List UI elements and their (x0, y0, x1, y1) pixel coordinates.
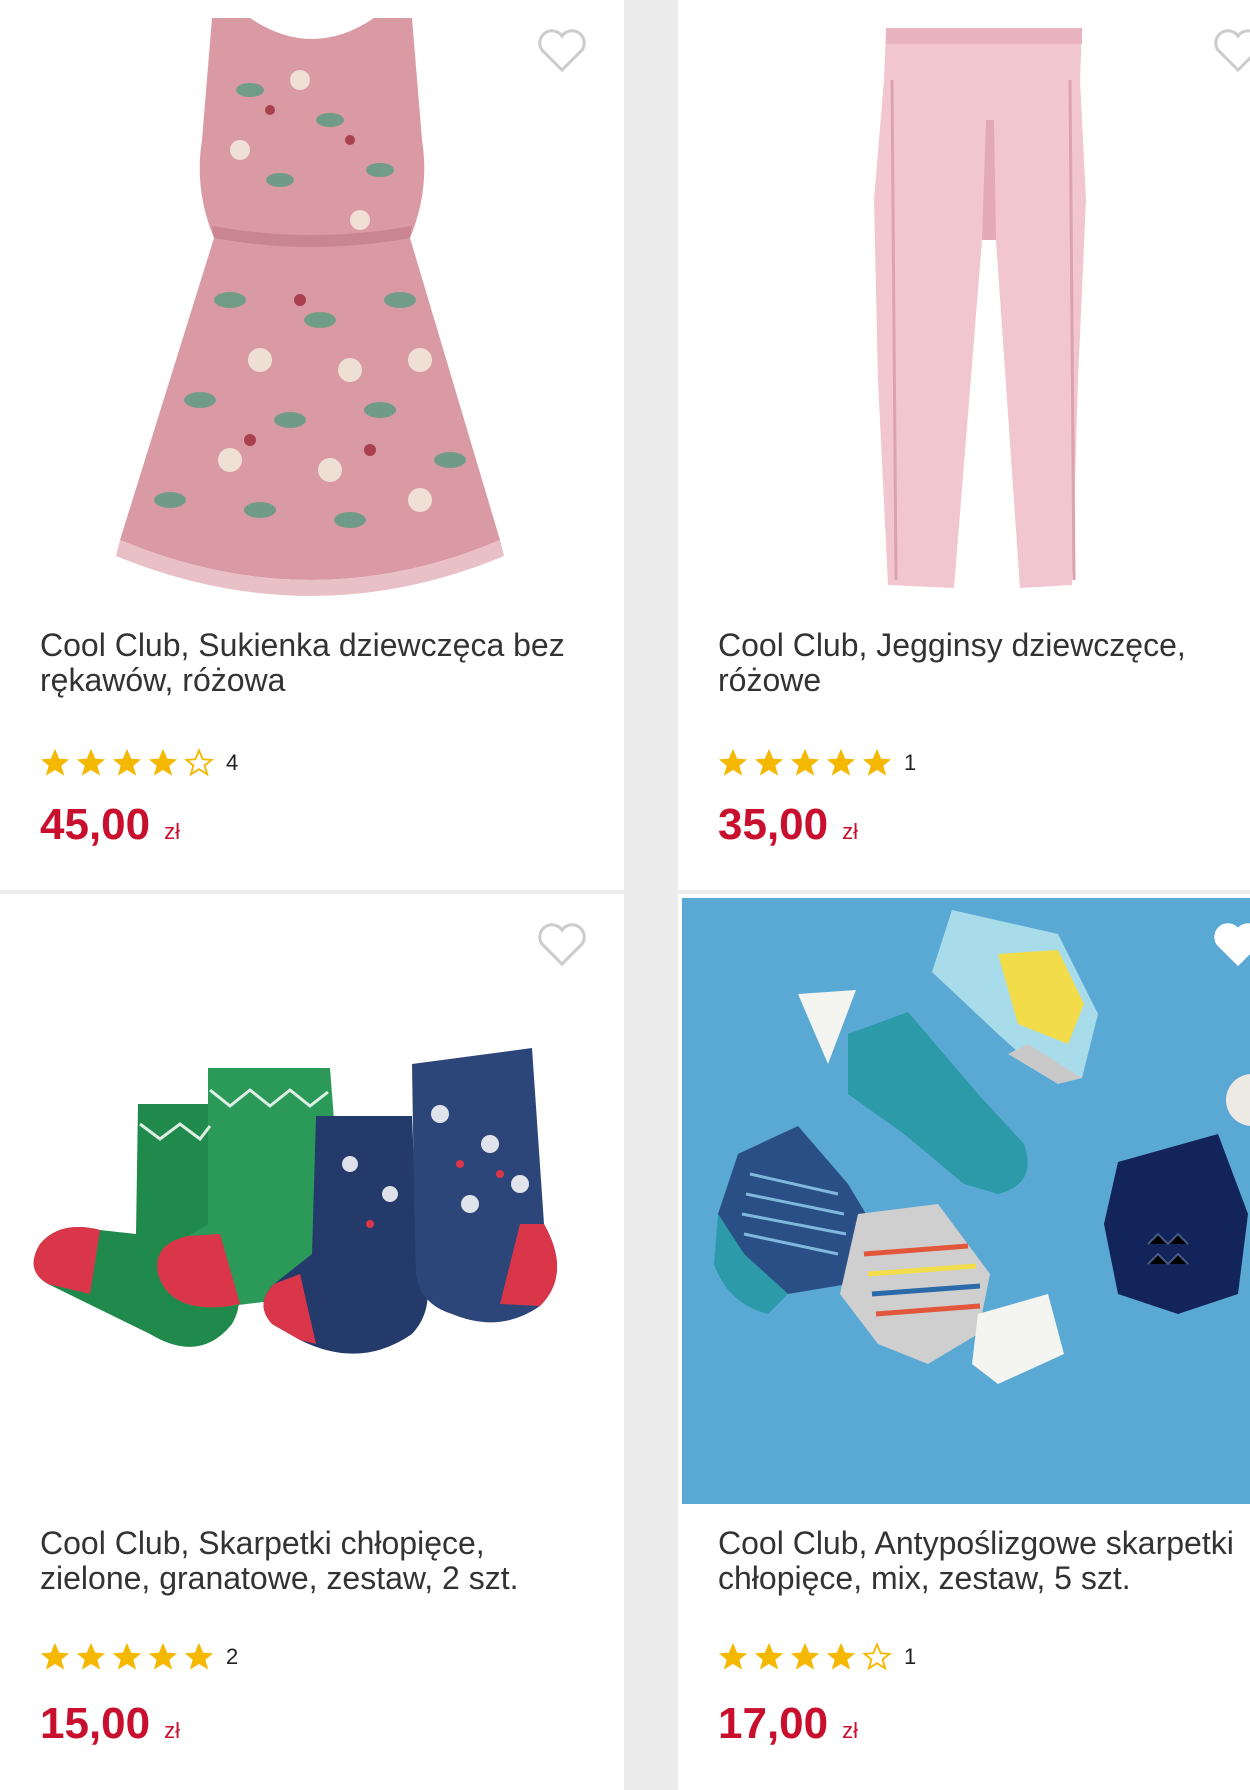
star-icon (184, 748, 214, 777)
star-icon (112, 1642, 142, 1670)
star-icon (184, 1642, 214, 1670)
favorite-heart-icon[interactable] (1212, 28, 1250, 74)
star-icon (754, 1642, 784, 1670)
product-title[interactable]: Cool Club, Jegginsy dziewczęce, różowe (718, 628, 1250, 698)
star-icon (40, 1642, 70, 1670)
star-icon (862, 748, 892, 776)
product-card[interactable]: Cool Club, Antypoślizgowe skarpetki chło… (678, 894, 1250, 1790)
product-title[interactable]: Cool Club, Antypoślizgowe skarpetki chło… (718, 1526, 1250, 1596)
price-currency: zł (842, 819, 858, 844)
product-card[interactable]: Cool Club, Sukienka dziewczęca bez rękaw… (0, 0, 624, 890)
star-icon (76, 1642, 106, 1670)
star-icon (862, 1642, 892, 1671)
product-price: 45,00 zł (40, 800, 180, 850)
product-card[interactable]: Cool Club, Jegginsy dziewczęce, różowe 1… (678, 0, 1250, 890)
price-currency: zł (164, 819, 180, 844)
star-icon (718, 748, 748, 776)
star-icon (754, 748, 784, 776)
product-title[interactable]: Cool Club, Skarpetki chłopięce, zielone,… (40, 1526, 570, 1596)
star-icon (148, 748, 178, 776)
star-icon (112, 748, 142, 776)
price-value: 45,00 (40, 800, 151, 849)
rating-count: 4 (226, 750, 239, 775)
star-icon (76, 748, 106, 776)
rating-count: 1 (904, 750, 917, 775)
product-price: 15,00 zł (40, 1699, 180, 1749)
product-rating: 2 (40, 1640, 238, 1674)
star-icon (790, 748, 820, 776)
star-icon (826, 748, 856, 776)
product-rating: 4 (40, 746, 238, 780)
favorite-heart-icon[interactable] (1212, 922, 1250, 968)
price-value: 15,00 (40, 1699, 151, 1748)
price-value: 17,00 (718, 1699, 829, 1748)
product-image[interactable] (0, 894, 624, 1504)
product-image[interactable] (678, 894, 1250, 1504)
product-image[interactable] (678, 0, 1250, 610)
product-price: 17,00 zł (718, 1699, 858, 1749)
star-icon (148, 1642, 178, 1670)
favorite-heart-icon[interactable] (536, 922, 588, 968)
rating-count: 1 (904, 1644, 917, 1669)
favorite-heart-icon[interactable] (536, 28, 588, 74)
product-rating: 1 (718, 1640, 916, 1674)
price-value: 35,00 (718, 800, 829, 849)
star-icon (718, 1642, 748, 1670)
star-icon (790, 1642, 820, 1670)
rating-count: 2 (226, 1644, 239, 1669)
product-card[interactable]: Cool Club, Skarpetki chłopięce, zielone,… (0, 894, 624, 1790)
star-icon (826, 1642, 856, 1670)
product-rating: 1 (718, 746, 916, 780)
product-image[interactable] (0, 0, 624, 610)
product-price: 35,00 zł (718, 800, 858, 850)
star-icon (40, 748, 70, 776)
price-currency: zł (842, 1718, 858, 1743)
product-title[interactable]: Cool Club, Sukienka dziewczęca bez rękaw… (40, 628, 570, 698)
price-currency: zł (164, 1718, 180, 1743)
